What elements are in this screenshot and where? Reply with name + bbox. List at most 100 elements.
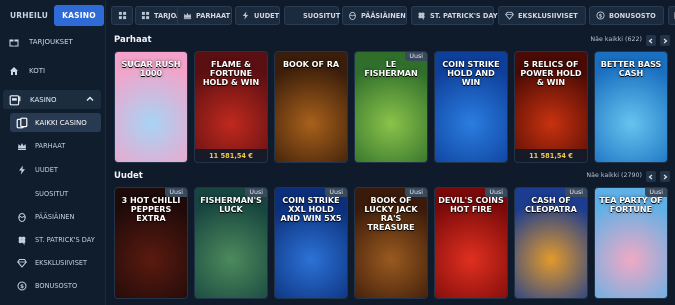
game-title: 3 HOT CHILLI PEPPERS EXTRA (121, 196, 181, 223)
game-card[interactable]: BETTER BASS CASH (594, 51, 668, 163)
game-title: 5 RELICS OF POWER HOLD & WIN (520, 60, 582, 87)
game-card[interactable]: COIN STRIKE XXL HOLD AND WIN 5X5 Uusi (274, 187, 348, 299)
sports-mode-button[interactable]: URHEILU (4, 5, 54, 26)
game-card[interactable]: LE FISHERMAN Uusi (354, 51, 428, 163)
prev-arrow-button[interactable] (646, 35, 656, 46)
egg-icon (16, 211, 28, 223)
game-title: COIN STRIKE XXL HOLD AND WIN 5X5 (280, 196, 342, 223)
category-tab-4[interactable]: SUOSITUT (284, 6, 341, 25)
sidebar-subitem-label: PARHAAT (35, 141, 66, 150)
sidebar: URHEILU KASINO TARJOUKSET KOTI KASINO KA… (0, 0, 106, 305)
svg-text:$: $ (598, 13, 602, 19)
next-arrow-button[interactable] (660, 35, 670, 46)
new-badge: Uusi (245, 188, 267, 197)
game-card[interactable]: FISHERMAN'S LUCK Uusi (194, 187, 268, 299)
new-badge: Uusi (645, 188, 667, 197)
prev-arrow-button[interactable] (646, 171, 656, 182)
category-tab-2[interactable]: PARHAAT (177, 6, 232, 25)
game-card[interactable]: BOOK OF LUCKY JACK RA'S TREASURE Uusi (354, 187, 428, 299)
category-tab-7[interactable]: EKSKLUSIIVISET (498, 6, 586, 25)
chevron-right-icon (663, 174, 668, 179)
casino-app: URHEILU KASINO TARJOUKSET KOTI KASINO KA… (0, 0, 675, 305)
sidebar-subitem-1[interactable]: UUDET (16, 161, 58, 178)
category-tab-label: UUDET (254, 11, 280, 20)
sidebar-item-home[interactable]: KOTI (8, 62, 45, 80)
new-badge: Uusi (325, 188, 347, 197)
game-title: CASH OF CLEOPATRA (525, 196, 577, 214)
new-badge: Uusi (165, 188, 187, 197)
casino-mode-button[interactable]: KASINO (54, 5, 104, 26)
category-tab-label: EKSKLUSIIVISET (518, 11, 578, 20)
game-title: BETTER BASS CASH (600, 60, 662, 78)
sidebar-section-casino[interactable]: KASINO (3, 90, 101, 109)
slot-machine-icon (9, 94, 21, 106)
clover-icon (417, 11, 426, 21)
sidebar-item-label: KOTI (29, 67, 46, 75)
game-title: BOOK OF RA (282, 60, 340, 69)
game-card[interactable]: 5 RELICS OF POWER HOLD & WIN 11 581,54 € (514, 51, 588, 163)
game-card[interactable]: CASH OF CLEOPATRA Uusi (514, 187, 588, 299)
game-title: TEA PARTY OF FORTUNE (599, 196, 663, 214)
new-badge: Uusi (485, 188, 507, 197)
category-tab-0[interactable] (111, 6, 133, 25)
sidebar-subitem-label: ST. PATRICK'S DAY (35, 235, 95, 244)
category-tab-label: SUOSITUT (303, 11, 341, 20)
sidebar-subitem-6[interactable]: $ BONUSOSTO (16, 277, 77, 294)
sidebar-subitem-label: SUOSITUT (35, 189, 69, 198)
see-all-link[interactable]: Näe kaikki (622) (590, 36, 642, 43)
egg-icon (348, 11, 357, 21)
sidebar-subitem-4[interactable]: ST. PATRICK'S DAY (16, 231, 95, 248)
coin-icon: $ (595, 11, 605, 21)
new-badge: Uusi (405, 52, 427, 61)
sidebar-subitem-2[interactable]: SUOSITUT (16, 185, 68, 202)
sidebar-subitem-0[interactable]: PARHAAT (16, 137, 65, 154)
game-card[interactable]: FLAME & FORTUNE HOLD & WIN 11 581,54 € (194, 51, 268, 163)
game-card[interactable]: SUGAR RUSH 1000 (114, 51, 188, 163)
category-tab-8[interactable]: $ BONUSOSTO (589, 6, 664, 25)
game-card[interactable]: DEVIL'S COINS HOT FIRE Uusi (434, 187, 508, 299)
flame-icon (290, 11, 299, 21)
see-all-link[interactable]: Näe kaikki (2790) (586, 172, 642, 179)
category-tab-6[interactable]: ST. PATRICK'S DAY (411, 6, 498, 25)
game-title: COIN STRIKE HOLD AND WIN (442, 60, 500, 87)
game-card[interactable]: COIN STRIKE HOLD AND WIN (434, 51, 508, 163)
category-tab-9[interactable]: ME (668, 6, 675, 25)
sidebar-item-offers[interactable]: TARJOUKSET (8, 33, 73, 51)
sidebar-subitem-5[interactable]: EKSKLUSIIVISET (16, 254, 87, 271)
jackpot-amount: 11 581,54 € (195, 149, 267, 162)
game-card[interactable]: 3 HOT CHILLI PEPPERS EXTRA Uusi (114, 187, 188, 299)
section-title: Uudet (114, 171, 143, 181)
jackpot-amount: 11 581,54 € (515, 149, 587, 162)
game-title: FISHERMAN'S LUCK (200, 196, 262, 214)
lightning-icon (16, 164, 28, 176)
diamond-icon (16, 257, 28, 269)
sidebar-item-label: KAIKKI CASINO (35, 118, 87, 127)
category-tab-3[interactable]: UUDET (235, 6, 280, 25)
new-badge: Uusi (405, 188, 427, 197)
game-title: SUGAR RUSH 1000 (121, 60, 181, 78)
game-title: LE FISHERMAN (364, 60, 418, 78)
category-tab-label: BONUSOSTO (609, 11, 656, 20)
cards-icon (16, 117, 28, 129)
game-card[interactable]: TEA PARTY OF FORTUNE Uusi (594, 187, 668, 299)
game-title: BOOK OF LUCKY JACK RA'S TREASURE (364, 196, 418, 232)
new-badge: Uusi (565, 188, 587, 197)
sidebar-item-all-casino[interactable]: KAIKKI CASINO (10, 113, 101, 132)
game-card[interactable]: BOOK OF RA (274, 51, 348, 163)
crown-icon (183, 11, 192, 21)
sidebar-subitem-label: EKSKLUSIIVISET (35, 258, 88, 267)
category-tab-label: PÄÄSIÄINEN (361, 11, 406, 20)
next-arrow-button[interactable] (660, 171, 670, 182)
category-tab-5[interactable]: PÄÄSIÄINEN (342, 6, 407, 25)
chevron-right-icon (663, 38, 668, 43)
sidebar-item-label: TARJOUKSET (29, 38, 73, 46)
sidebar-subitem-label: BONUSOSTO (35, 281, 78, 290)
crown-icon (16, 140, 28, 152)
game-title: FLAME & FORTUNE HOLD & WIN (202, 60, 260, 87)
chevron-left-icon (648, 38, 653, 43)
chevron-up-icon[interactable] (86, 95, 94, 105)
sidebar-subitem-label: PÄÄSIÄINEN (35, 212, 75, 221)
sidebar-section-label: KASINO (30, 95, 57, 104)
category-tab-label: PARHAAT (196, 11, 231, 20)
sidebar-subitem-3[interactable]: PÄÄSIÄINEN (16, 208, 74, 225)
